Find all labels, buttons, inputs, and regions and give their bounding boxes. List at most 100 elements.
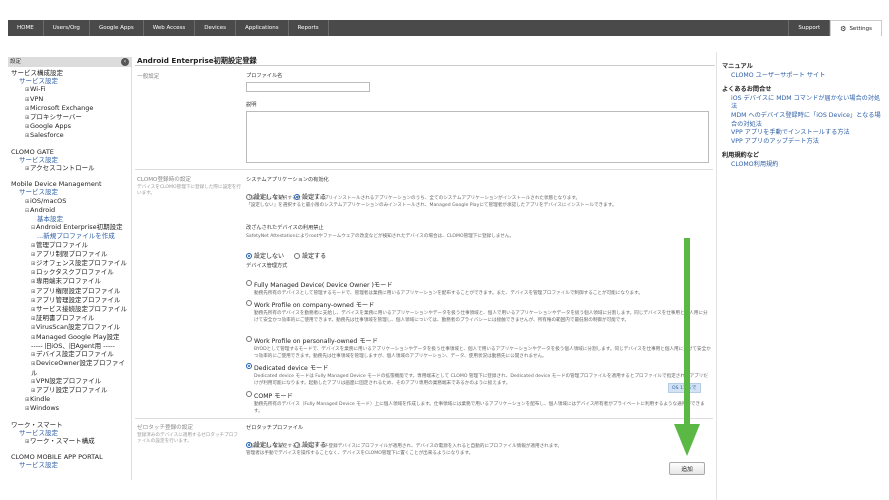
sidebar-item[interactable]: ⊞アプリ制限プロファイル	[11, 250, 128, 259]
terms-link[interactable]: CLOMO利用規約	[722, 161, 882, 170]
sidebar-item[interactable]: ⊞アプリ権限設定プロファイル	[11, 287, 128, 296]
sidebar-item[interactable]: ⊞VPN設定プロファイル	[11, 377, 128, 386]
collapse-icon[interactable]: ‹	[121, 58, 129, 66]
sysapp-desc-1: 「設定する」を選択するとデバイスにプリインストールされるアプリケーションのうち、…	[246, 196, 581, 201]
sidebar-item-label: アプリ設定プロファイル	[36, 385, 108, 394]
sidebar-header: 設定 ‹	[8, 57, 131, 67]
sidebar-item[interactable]: ⊞Managed Google Play設定	[11, 333, 128, 342]
mode-radio[interactable]	[246, 279, 252, 286]
mode-radio-selected[interactable]	[246, 362, 252, 369]
mode-name: Fully Managed Device( Device Owner )モード	[254, 282, 393, 289]
sidebar-item[interactable]: ⊞管理プロファイル	[11, 241, 128, 250]
sidebar-item-label: Windows	[30, 404, 60, 413]
sidebar-item[interactable]: ⊞VPN	[11, 95, 128, 104]
nav-google-apps[interactable]: Google Apps	[90, 20, 144, 36]
sidebar-item-label: アプリ管理設定プロファイル	[36, 295, 121, 304]
sidebar-section-title: サービス構成設定	[11, 69, 128, 77]
sidebar-item[interactable]: ⊞プロキシサーバー	[11, 113, 128, 122]
sidebar-section-title: CLOMO GATE	[11, 148, 128, 156]
sidebar-item[interactable]: ⊞デバイス設定プロファイル	[11, 350, 128, 359]
sidebar-item[interactable]: サービス設定	[11, 77, 128, 85]
sidebar-item[interactable]: ⊞Wi-Fi	[11, 85, 128, 94]
sidebar-item-label: ...新規プロファイルを作成	[37, 232, 115, 241]
sidebar-item[interactable]: ----- 旧iOS、旧Agent用 -----	[11, 342, 128, 350]
sidebar-item[interactable]: ⊞iOS/macOS	[11, 197, 128, 206]
profile-name-input[interactable]	[246, 82, 370, 92]
nav-web-access[interactable]: Web Access	[144, 20, 196, 36]
faq-link[interactable]: iOS デバイスに MDM コマンドが届かない場合の対処法	[722, 95, 882, 112]
sidebar-item[interactable]: ⊞アクセスコントロール	[11, 164, 128, 173]
sidebar-item-label: アプリ権限設定プロファイル	[36, 286, 121, 295]
tamper-off-radio[interactable]	[246, 252, 252, 259]
sidebar-item-label: ロックタスクプロファイル	[36, 268, 114, 277]
sidebar-item[interactable]: ⊞Windows	[11, 404, 128, 413]
sidebar-item[interactable]: ⊞サービス接続設定プロファイル	[11, 305, 128, 314]
sidebar-item-label: Google Apps	[30, 122, 72, 131]
faq-link[interactable]: VPP アプリのアップデート方法	[722, 138, 882, 147]
tamper-title: 改ざんされたデバイスの利用禁止	[246, 225, 324, 231]
description-textarea[interactable]	[246, 111, 709, 163]
tamper-on-radio[interactable]	[294, 252, 301, 259]
sidebar-item-label: ジオフェンス設定プロファイル	[36, 259, 127, 268]
sidebar-item[interactable]: ⊞Salesforce	[11, 131, 128, 140]
sidebar-item[interactable]: ⊞専用端末プロファイル	[11, 277, 128, 286]
mode-name: COMP モード	[254, 393, 293, 400]
sidebar-item[interactable]: ⊞アプリ設定プロファイル	[11, 386, 128, 395]
sidebar-item[interactable]: ...新規プロファイルを作成	[11, 232, 128, 240]
sidebar-item-label: Wi-Fi	[30, 85, 46, 94]
sidebar-item[interactable]: サービス設定	[11, 156, 128, 164]
nav-support[interactable]: Support	[788, 20, 831, 36]
sidebar-item-label: VPN	[30, 94, 44, 103]
sidebar-item-label: Microsoft Exchange	[30, 103, 94, 112]
sidebar-item-label: DeviceOwner設定プロファイル	[31, 359, 125, 377]
nav-users-org[interactable]: Users/Org	[44, 20, 90, 36]
faq-link[interactable]: VPP アプリを手動でインストールする方法	[722, 129, 882, 138]
nav-settings[interactable]: ⚙ Settings	[830, 20, 882, 36]
sidebar-item[interactable]: ⊞アプリ管理設定プロファイル	[11, 296, 128, 305]
sidebar-item[interactable]: ⊞VirusScan設定プロファイル	[11, 323, 128, 332]
gear-icon: ⚙	[840, 24, 847, 33]
arrow-down-icon	[674, 238, 700, 456]
nav-devices[interactable]: Devices	[195, 20, 236, 36]
mode-radio[interactable]	[246, 390, 252, 397]
sidebar-item[interactable]: ⊞DeviceOwner設定プロファイル	[11, 359, 128, 376]
sidebar-item[interactable]: ⊞ワーク・スマート構成	[11, 437, 128, 446]
nav-home[interactable]: HOME	[8, 20, 44, 36]
sidebar-item[interactable]: サービス設定	[11, 429, 128, 437]
help-panel: マニュアル CLOMO ユーザーサポート サイト よくあるお問合せ iOS デバ…	[722, 60, 882, 170]
mode-name: Work Profile on personally-owned モード	[254, 338, 378, 345]
sidebar-item[interactable]: サービス設定	[11, 188, 128, 196]
sidebar-item[interactable]: ⊞ジオフェンス設定プロファイル	[11, 259, 128, 268]
sidebar-item[interactable]: サービス設定	[11, 461, 128, 469]
mode-option[interactable]: COMP モード 勤務先所有のデバイス（Fully Managed Device…	[246, 383, 711, 416]
add-button[interactable]: 追加	[669, 462, 705, 475]
sidebar-item[interactable]: ⊟Android	[11, 206, 128, 215]
sidebar-item-label: サービス設定	[19, 188, 58, 197]
mode-radio[interactable]	[246, 299, 252, 306]
nav-reports[interactable]: Reports	[289, 20, 329, 36]
faq-link[interactable]: MDM へのデバイス登録時に「iOS Device」となる場合の対処法	[722, 112, 882, 129]
sidebar-item-label: サービス設定	[19, 461, 58, 470]
sidebar-item[interactable]: ⊞Microsoft Exchange	[11, 104, 128, 113]
sidebar-item[interactable]: ⊞Google Apps	[11, 122, 128, 131]
sidebar-item-label: ----- 旧iOS、旧Agent用 -----	[31, 341, 115, 350]
top-bar: HOME Users/Org Google Apps Web Access De…	[0, 0, 889, 38]
mode-radio[interactable]	[246, 335, 252, 342]
sidebar-item[interactable]: ⊞Kindle	[11, 395, 128, 404]
mode-option[interactable]: Work Profile on company-owned モード 勤務先所有の…	[246, 292, 711, 325]
sidebar-item-label: サービス設定	[19, 428, 58, 437]
zerotouch-title: ゼロタッチプロファイル	[246, 425, 304, 431]
sidebar-item-label: サービス設定	[19, 155, 58, 164]
sidebar-item-label: サービス構成設定	[11, 69, 63, 77]
nav-applications[interactable]: Applications	[236, 20, 289, 36]
sidebar: 設定 ‹ サービス構成設定 サービス設定 ⊞Wi-Fi ⊞VPN ⊞Microsoft …	[8, 57, 132, 480]
sysapp-desc-2: 「設定しない」を選択すると最小限のシステムアプリケーションのみインストールされ、…	[246, 202, 617, 208]
registration-section-label: CLOMO登録時の設定	[137, 177, 192, 183]
sidebar-item-label: 専用端末プロファイル	[36, 277, 101, 286]
sidebar-item-label: サービス設定	[19, 77, 58, 86]
manual-link[interactable]: CLOMO ユーザーサポート サイト	[722, 72, 882, 81]
mode-desc: 勤務先所有のデバイスを勤務者に支給し、デバイスを業務に用いるアプリケーションやデ…	[254, 311, 708, 323]
